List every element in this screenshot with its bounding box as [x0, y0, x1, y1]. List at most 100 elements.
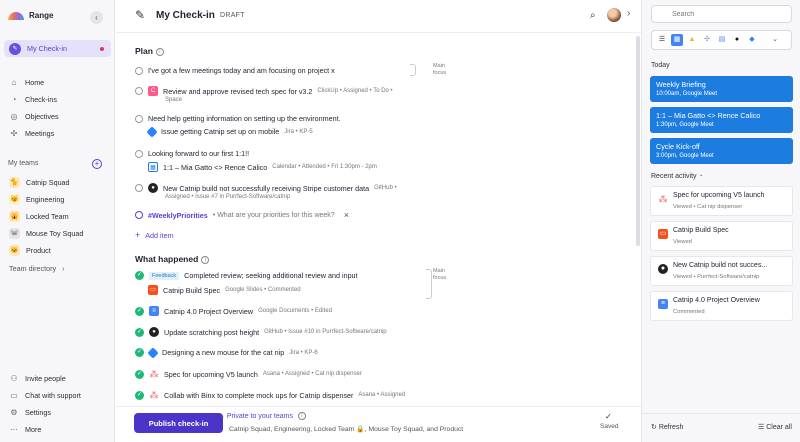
team-catnip-squad[interactable]: 🐈 Catnip Squad — [4, 174, 111, 191]
event-title: 1:1 – Mia Gatto <> Rence Calico — [656, 111, 761, 120]
team-product[interactable]: 🐱 Product — [4, 242, 111, 259]
google-drive-icon[interactable]: ▲ — [686, 34, 698, 46]
notification-dot — [100, 46, 104, 51]
nav-home[interactable]: ⌂ Home — [4, 74, 111, 91]
item-meta: GitHub • Issue #10 in Purrfect-Software/… — [264, 329, 387, 335]
team-label: Locked Team — [26, 212, 69, 221]
plan-item-link[interactable]: ▦ 1:1 – Mia Gatto <> Rence Calico Calend… — [148, 162, 377, 172]
plan-item[interactable]: ● New Catnip build not successfully rece… — [135, 183, 397, 193]
done-check-icon[interactable]: ✓ — [135, 306, 144, 316]
plan-item[interactable]: C Review and approve revised tech spec f… — [135, 86, 393, 96]
item-text: Designing a new mouse for the cat nip — [162, 348, 285, 357]
integrations-bar[interactable]: ☰ ▦ ▲ ✣ ▤ ● ◆ ⌄ — [651, 30, 792, 50]
team-avatar-icon: 😼 — [9, 194, 20, 205]
google-calendar-icon[interactable]: ▦ — [671, 34, 683, 46]
happened-item[interactable]: ✓ ● Update scratching post height GitHub… — [135, 327, 387, 337]
brand[interactable]: Range — [8, 11, 53, 20]
hashtag-prompt-row[interactable]: #WeeklyPriorities • What are your priori… — [135, 210, 349, 220]
item-text: Catnip Build Spec — [163, 285, 221, 295]
done-check-icon[interactable]: ✓ — [135, 390, 144, 400]
search-icon[interactable]: ⌕ — [590, 10, 596, 21]
add-team-button[interactable]: + — [92, 159, 102, 169]
calendar-event[interactable]: Weekly Briefing 10:00am, Google Meet — [650, 76, 793, 102]
team-mouse-toy-squad[interactable]: 🐭 Mouse Toy Squad — [4, 225, 111, 242]
google-docs-icon[interactable]: ▤ — [716, 34, 728, 46]
list-icon[interactable]: ☰ — [656, 34, 668, 46]
github-icon[interactable]: ● — [731, 34, 743, 46]
plan-title-text: Plan — [135, 46, 153, 56]
item-text: Issue getting Catnip set up on mobile — [161, 127, 280, 136]
info-icon[interactable]: i — [155, 47, 164, 56]
activity-card[interactable]: ▭ Catnip Build Spec Viewed — [650, 221, 793, 251]
collapse-sidebar-button[interactable]: ‹ — [90, 11, 103, 24]
nav-objectives[interactable]: ◎ Objectives — [4, 108, 111, 125]
done-check-icon[interactable]: ✓ — [135, 348, 144, 357]
happened-item[interactable]: ✓ ≡ Catnip 4.0 Project Overview Google D… — [135, 306, 332, 316]
checkbox[interactable] — [135, 87, 143, 95]
clock-icon: ◔ — [698, 173, 703, 180]
info-icon[interactable]: i — [297, 412, 306, 421]
info-icon[interactable]: i — [201, 255, 210, 264]
chevron-right-icon[interactable]: › — [627, 8, 630, 19]
team-locked-team[interactable]: 🙀 Locked Team — [4, 208, 111, 225]
nav-label: Home — [25, 78, 45, 87]
plan-item[interactable]: Need help getting information on setting… — [135, 114, 341, 123]
nav-label: My Check-in — [27, 44, 67, 53]
done-check-icon[interactable]: ✓ — [135, 369, 144, 379]
nav-meetings[interactable]: ✣ Meetings — [4, 125, 111, 142]
happened-item-link[interactable]: ▭ Catnip Build Spec Google Slides • Comm… — [148, 285, 301, 295]
publish-checkin-button[interactable]: Publish check-in — [134, 413, 223, 433]
nav-chat-support[interactable]: ▭ Chat with support — [4, 387, 111, 404]
my-checkin-icon: ✎ — [9, 42, 21, 55]
nav-checkins[interactable]: ◔ Check-ins — [4, 91, 111, 108]
happened-item[interactable]: ✓ Designing a new mouse for the cat nip … — [135, 346, 318, 359]
checkbox[interactable] — [135, 66, 143, 75]
search-input[interactable] — [651, 5, 792, 23]
happened-item[interactable]: ✓ ⁂ Collab with Binx to complete mock up… — [135, 390, 405, 400]
nav-my-checkin[interactable]: ✎ My Check-in — [4, 40, 111, 57]
team-label: Product — [26, 246, 51, 255]
checkbox[interactable] — [135, 184, 143, 192]
slack-icon[interactable]: ✣ — [701, 34, 713, 46]
done-check-icon[interactable]: ✓ — [135, 327, 144, 337]
team-avatar-icon: 🐈 — [9, 177, 20, 188]
happened-item[interactable]: ✓ ⁂ Spec for upcoming V5 launch Asana • … — [135, 369, 362, 379]
checkbox[interactable] — [135, 114, 143, 123]
plan-item[interactable]: I've got a few meetings today and am foc… — [135, 66, 335, 75]
activity-title: New Catnip build not succes... — [673, 262, 768, 269]
event-time: 10:00am, Google Meet — [656, 91, 718, 97]
activity-card[interactable]: ● New Catnip build not succes... Viewed … — [650, 256, 793, 286]
nav-invite-people[interactable]: ⚇ Invite people — [4, 370, 111, 387]
focus-bracket — [426, 269, 432, 299]
refresh-button[interactable]: ↻ Refresh — [651, 423, 683, 431]
draft-status: DRAFT — [220, 12, 245, 19]
done-check-icon[interactable]: ✓ — [135, 271, 144, 280]
nav-more[interactable]: ⋯ More — [4, 421, 111, 438]
calendar-event[interactable]: Cycle Kick-off 3:00pm, Google Meet — [650, 138, 793, 164]
checkbox[interactable] — [135, 149, 143, 158]
happened-item[interactable]: ✓ Feedback Completed review; seeking add… — [135, 271, 358, 280]
chevron-down-icon[interactable]: ⌄ — [769, 34, 781, 46]
asana-icon: ⁂ — [658, 194, 668, 204]
clear-all-button[interactable]: ☰ Clear all — [758, 423, 792, 431]
item-text: Review and approve revised tech spec for… — [163, 86, 313, 96]
add-item-button[interactable]: + Add item — [135, 230, 174, 240]
privacy-selector[interactable]: ⌄ Private to your teams i — [219, 412, 306, 421]
recent-activity-label: Recent activity ◔ — [651, 173, 703, 180]
avatar[interactable] — [607, 8, 621, 22]
activity-card[interactable]: ≡ Catnip 4.0 Project Overview Commented — [650, 291, 793, 321]
calendar-event[interactable]: 1:1 – Mia Gatto <> Rence Calico 1:30pm, … — [650, 107, 793, 133]
team-directory-link[interactable]: Team directory › — [4, 260, 111, 277]
checkin-content[interactable]: Plan i I've got a few meetings today and … — [116, 34, 641, 406]
close-icon[interactable]: × — [344, 210, 349, 220]
team-label: Catnip Squad — [26, 178, 70, 187]
plan-item-link[interactable]: Issue getting Catnip set up on mobile Ji… — [146, 125, 313, 138]
jira-icon[interactable]: ◆ — [746, 34, 758, 46]
team-engineering[interactable]: 😼 Engineering — [4, 191, 111, 208]
github-icon: ● — [658, 264, 668, 274]
scrollbar[interactable] — [636, 36, 640, 246]
activity-card[interactable]: ⁂ Spec for upcoming V5 launch Viewed • C… — [650, 186, 793, 216]
plan-item[interactable]: Looking forward to our first 1:1!! — [135, 149, 249, 158]
nav-settings[interactable]: ⚙ Settings — [4, 404, 111, 421]
sidebar: Range ‹ ✎ My Check-in ⌂ Home ◔ Check-ins… — [0, 0, 115, 442]
